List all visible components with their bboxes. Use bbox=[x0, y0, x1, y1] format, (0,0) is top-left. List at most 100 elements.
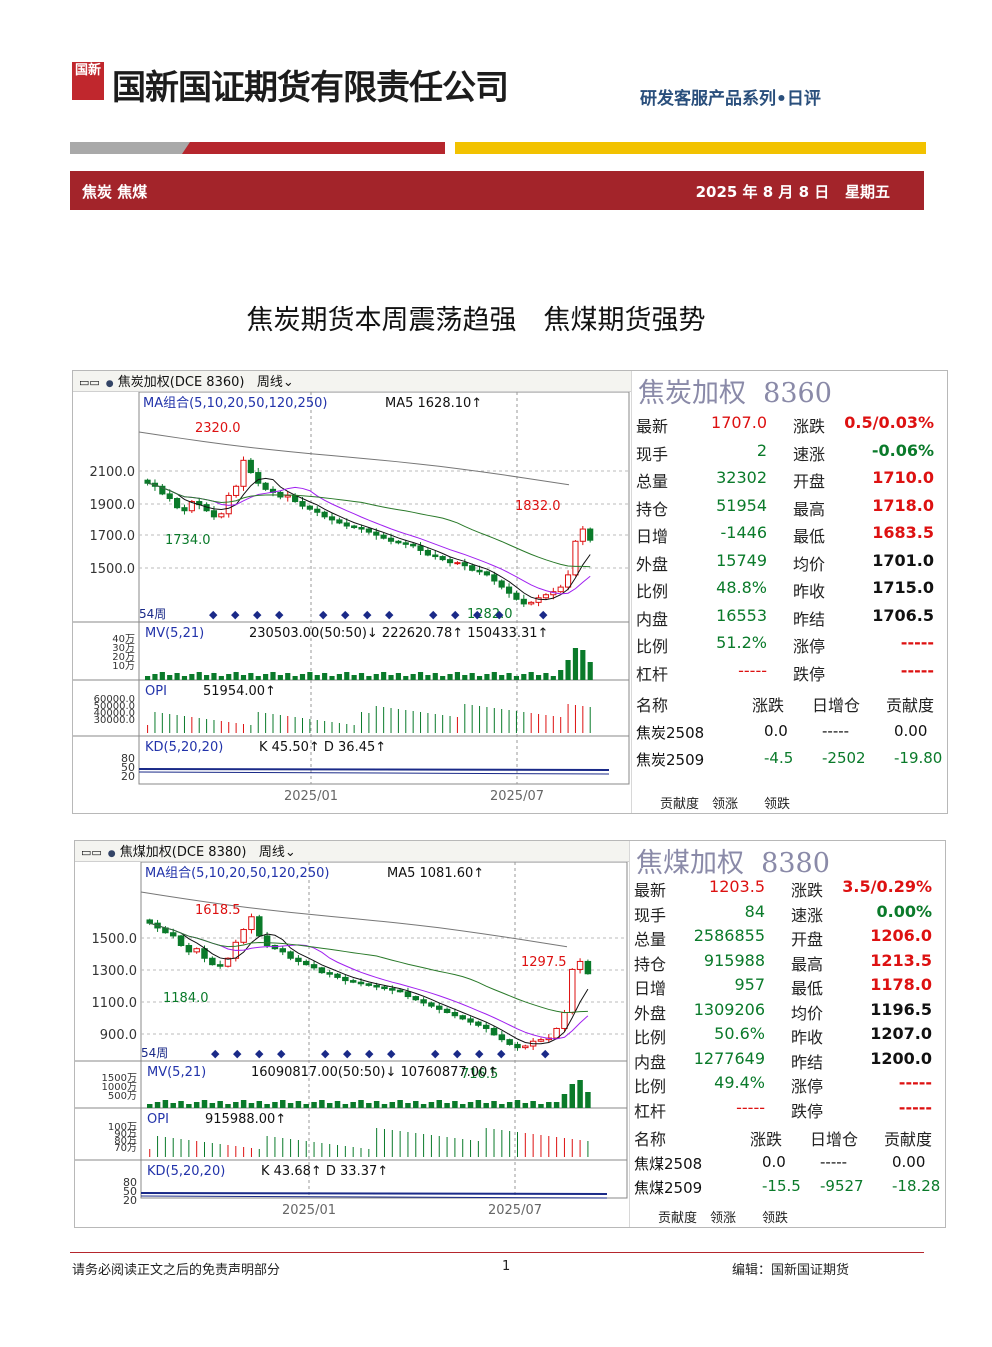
quote-contract: 焦煤加权 bbox=[636, 848, 744, 879]
volume-bar bbox=[572, 648, 579, 680]
quote-label: 比例 bbox=[634, 1077, 667, 1096]
candle-body bbox=[439, 556, 446, 561]
footer-disclaimer: 请务必阅读正文之后的免责声明部分 bbox=[72, 1263, 281, 1278]
candle-body bbox=[284, 494, 291, 498]
candle-body bbox=[513, 592, 520, 600]
quote-value: 1710.0 bbox=[872, 468, 934, 487]
low-label: 1734.0 bbox=[165, 533, 211, 548]
contract-title[interactable]: 焦炭加权(DCE 8360) bbox=[118, 375, 245, 390]
candle-body bbox=[420, 999, 427, 1004]
volume-bar bbox=[277, 675, 283, 680]
volume-bar bbox=[373, 674, 379, 680]
candle-body bbox=[310, 964, 318, 969]
x-tick-label: 2025/01 bbox=[282, 1203, 336, 1218]
volume-bar bbox=[196, 672, 202, 680]
volume-bar bbox=[420, 1104, 427, 1108]
quote-row: 持仓 915988 最高 1213.5 bbox=[630, 951, 944, 977]
chevron-down-icon: ⌄ bbox=[284, 845, 296, 860]
quote-name: 焦煤加权 8380 bbox=[636, 841, 830, 880]
candle-body bbox=[475, 1021, 482, 1026]
contrib-cell: ----- bbox=[820, 1152, 848, 1171]
candle-body bbox=[334, 973, 341, 978]
ma-legend: MA组合(5,10,20,50,120,250) bbox=[145, 866, 329, 881]
volume-bar bbox=[484, 674, 490, 680]
contrib-row[interactable]: 焦煤2509 -15.5 -9527 -18.28 bbox=[630, 1177, 944, 1203]
volume-bar bbox=[425, 675, 431, 680]
contrib-header-cell: 涨跌 bbox=[752, 696, 785, 715]
volume-bar bbox=[292, 676, 298, 680]
candle-body bbox=[295, 957, 302, 962]
quote-tab-1[interactable]: 领涨 bbox=[712, 793, 738, 812]
kd-values: K 45.50↑ D 36.45↑ bbox=[259, 740, 386, 755]
volume-bar bbox=[403, 676, 409, 680]
period-select[interactable]: 周线⌄ bbox=[259, 845, 296, 860]
contrib-row[interactable]: 焦炭2509 -4.5 -2502 -19.80 bbox=[632, 749, 946, 775]
contrib-row[interactable]: 焦炭2508 0.0 ----- 0.00 bbox=[632, 722, 946, 748]
quote-label: 日增 bbox=[634, 979, 667, 998]
volume-bar bbox=[344, 672, 350, 680]
volume-bar bbox=[255, 676, 261, 680]
quote-tab-2[interactable]: 领跌 bbox=[764, 793, 790, 812]
quote-contract: 焦炭加权 bbox=[638, 378, 746, 409]
kline-chart[interactable]: 2100.0 1900.0 1700.0 1500.0 MA组合(5,10,20,50,… bbox=[73, 392, 631, 813]
volume-bar bbox=[334, 1101, 341, 1108]
contrib-cell: -4.5 bbox=[764, 749, 794, 767]
candle-body bbox=[210, 510, 218, 518]
dot-icon: ● bbox=[107, 849, 116, 859]
signal-diamond: ◆ bbox=[365, 1047, 374, 1060]
candle-body bbox=[572, 540, 579, 576]
y-tick-label: 1500.0 bbox=[92, 932, 138, 947]
volume-bar bbox=[167, 675, 173, 680]
volume-bar bbox=[483, 1103, 489, 1108]
candle-body bbox=[446, 559, 454, 564]
quote-name: 焦炭加权 8360 bbox=[638, 371, 832, 410]
candle-body bbox=[561, 1012, 568, 1029]
volume-bar bbox=[447, 674, 453, 680]
volume-bar bbox=[417, 672, 424, 680]
contrib-header: 名称 涨跌 日增仓 贡献度 bbox=[632, 692, 946, 718]
x-tick-label: 2025/07 bbox=[490, 789, 544, 804]
volume-bar bbox=[580, 650, 586, 680]
quote-value: 32302 bbox=[716, 468, 767, 487]
volume-bar bbox=[326, 1103, 333, 1108]
quote-row: 现手 84 速涨 0.00% bbox=[630, 902, 944, 928]
volume-bar bbox=[432, 673, 438, 680]
contrib-cell: 焦煤2509 bbox=[634, 1179, 703, 1197]
kline-chart[interactable]: 1500.0 1300.0 1100.0 900.0 MA组合(5,10,20,50,1… bbox=[75, 862, 629, 1227]
quote-tab-0[interactable]: 贡献度 bbox=[658, 1207, 697, 1226]
signal-diamond: ◆ bbox=[495, 608, 504, 621]
banner-date-text: 2025 年 8 月 8 日 bbox=[695, 183, 830, 201]
quote-tab-2[interactable]: 领跌 bbox=[762, 1207, 788, 1226]
kd-tick-label: 20 bbox=[123, 1194, 137, 1207]
quote-label: 比例 bbox=[636, 582, 669, 601]
quote-value: 1706.5 bbox=[872, 605, 934, 625]
contract-title[interactable]: 焦煤加权(DCE 8380) bbox=[120, 845, 247, 860]
quote-tab-1[interactable]: 领涨 bbox=[710, 1207, 736, 1226]
volume-bar bbox=[467, 1102, 474, 1108]
quote-tab-0[interactable]: 贡献度 bbox=[660, 793, 699, 812]
volume-bar bbox=[538, 1104, 544, 1108]
volume-bar bbox=[226, 674, 232, 680]
high-label: 2320.0 bbox=[195, 421, 241, 436]
page-number: 1 bbox=[502, 1259, 511, 1274]
menu-icon[interactable]: ▭▭ bbox=[81, 846, 102, 859]
volume-bar bbox=[322, 673, 328, 680]
menu-icon[interactable]: ▭▭ bbox=[79, 376, 100, 389]
quote-label: 最高 bbox=[793, 499, 826, 519]
quote-value: 1196.5 bbox=[870, 999, 932, 1019]
signal-diamond: ◆ bbox=[343, 1047, 352, 1060]
volume-bar bbox=[145, 676, 151, 680]
contrib-row[interactable]: 焦煤2508 0.0 ----- 0.00 bbox=[630, 1153, 944, 1179]
mv-legend: MV(5,21) bbox=[147, 1065, 206, 1080]
signal-diamond: ◆ bbox=[497, 1047, 506, 1060]
decor-bar-gray bbox=[70, 142, 190, 154]
recent-high-label: 1832.0 bbox=[515, 499, 561, 514]
period-select[interactable]: 周线⌄ bbox=[257, 375, 294, 390]
quote-row: 最新 1203.5 涨跌 3.5/0.29% bbox=[630, 877, 944, 903]
signal-diamond: ◆ bbox=[387, 1047, 396, 1060]
signal-diamond: ◆ bbox=[431, 1047, 440, 1060]
banner-weekday: 星期五 bbox=[844, 183, 890, 201]
candle-body bbox=[185, 944, 193, 953]
signal-diamond: ◆ bbox=[255, 1047, 264, 1060]
quote-row: 最新 1707.0 涨跌 0.5/0.03% bbox=[632, 413, 946, 439]
